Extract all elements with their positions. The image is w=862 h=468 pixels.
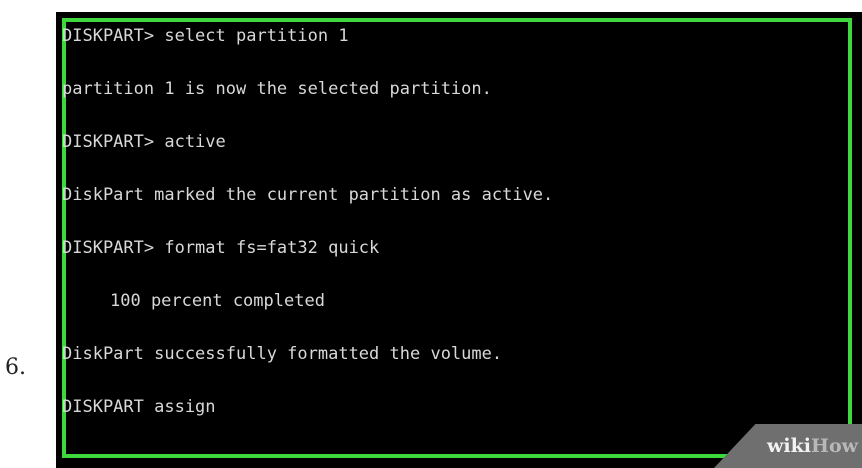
console-line-format-progress: 100 percent completed — [110, 291, 325, 311]
console-line-select-command: DISKPART> select partition 1 — [62, 26, 349, 46]
console-line-active-command: DISKPART> active — [62, 132, 226, 152]
command-prompt-screenshot: DISKPART> select partition 1 partition 1… — [56, 12, 862, 468]
console-line-format-command: DISKPART> format fs=fat32 quick — [62, 238, 380, 258]
step-number: 6. — [5, 355, 26, 380]
console-line-format-result: DiskPart successfully formatted the volu… — [62, 344, 503, 364]
console-output: DISKPART> select partition 1 partition 1… — [62, 22, 553, 446]
console-line-select-result: partition 1 is now the selected partitio… — [62, 79, 492, 99]
console-line-assign-command: DISKPART assign — [62, 397, 216, 417]
console-line-active-result: DiskPart marked the current partition as… — [62, 185, 554, 205]
